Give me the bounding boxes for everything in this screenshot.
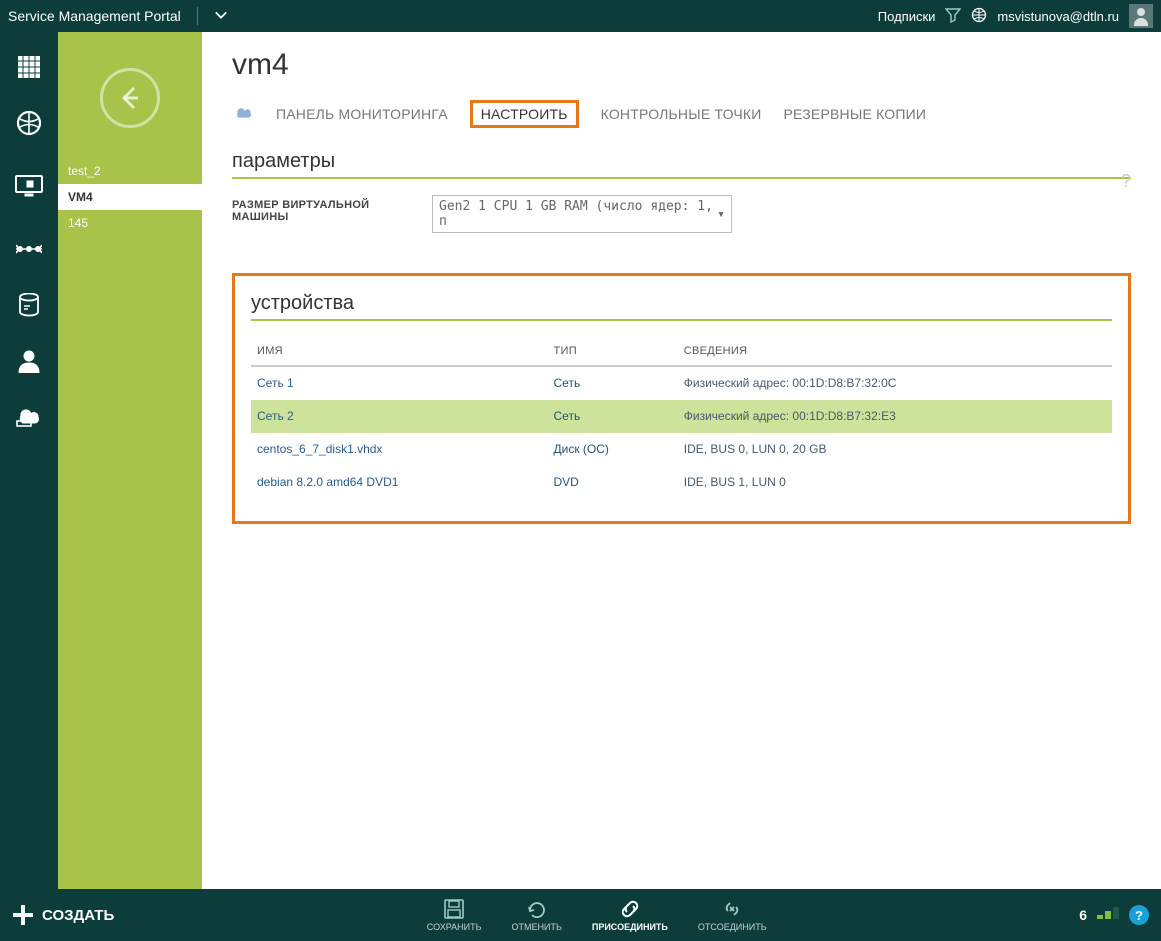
dropdown-caret-icon: ▾ [717, 207, 725, 222]
cell-name: Сеть 2 [251, 400, 548, 433]
cell-details: IDE, BUS 1, LUN 0 [678, 466, 1112, 499]
rail-all-icon[interactable] [14, 52, 44, 82]
vm-size-value: Gen2 1 CPU 1 GB RAM (число ядер: 1, п [439, 199, 717, 229]
detach-label: ОТСОЕДИНИТЬ [698, 922, 767, 932]
vm-size-label: РАЗМЕР ВИРТУАЛЬНОЙ МАШИНЫ [232, 195, 412, 223]
table-row[interactable]: Сеть 2 Сеть Физический адрес: 00:1D:D8:B… [251, 400, 1112, 433]
rail-cloud-stack-icon[interactable] [14, 402, 44, 432]
back-button[interactable] [100, 68, 160, 128]
devices-table: ИМЯ ТИП СВЕДЕНИЯ Сеть 1 Сеть Физический … [251, 337, 1112, 499]
top-header: Service Management Portal Подписки msvis… [0, 0, 1161, 32]
create-button[interactable]: СОЗДАТЬ [12, 904, 114, 926]
table-row[interactable]: centos_6_7_disk1.vhdx Диск (ОС) IDE, BUS… [251, 433, 1112, 466]
vm-list-sidebar: test_2 VM4 145 [58, 32, 202, 889]
sidebar-item-test2[interactable]: test_2 [58, 158, 202, 184]
attach-button[interactable]: ПРИСОЕДИНИТЬ [592, 898, 668, 932]
detach-button[interactable]: ОТСОЕДИНИТЬ [698, 898, 767, 932]
rail-globe-outline-icon[interactable] [14, 108, 44, 138]
table-row[interactable]: Сеть 1 Сеть Физический адрес: 00:1D:D8:B… [251, 366, 1112, 400]
portal-title: Service Management Portal [8, 8, 181, 24]
cell-type: Диск (ОС) [548, 433, 678, 466]
cell-type: DVD [548, 466, 678, 499]
avatar-icon[interactable] [1129, 4, 1153, 28]
cell-name: centos_6_7_disk1.vhdx [251, 433, 548, 466]
section-devices-title: устройства [251, 292, 1112, 315]
save-button[interactable]: СОХРАНИТЬ [427, 898, 482, 932]
tab-backups[interactable]: РЕЗЕРВНЫЕ КОПИИ [784, 106, 927, 122]
funnel-icon[interactable] [945, 7, 961, 26]
col-name[interactable]: ИМЯ [251, 337, 548, 366]
main-panel: vm4 ПАНЕЛЬ МОНИТОРИНГА НАСТРОИТЬ КОНТРОЛ… [202, 32, 1161, 889]
col-type[interactable]: ТИП [548, 337, 678, 366]
cell-name: debian 8.2.0 amd64 DVD1 [251, 466, 548, 499]
chevron-down-icon[interactable] [214, 8, 228, 25]
cancel-label: ОТМЕНИТЬ [511, 922, 561, 932]
table-row[interactable]: debian 8.2.0 amd64 DVD1 DVD IDE, BUS 1, … [251, 466, 1112, 499]
user-email[interactable]: msvistunova@dtln.ru [997, 9, 1119, 24]
cancel-button[interactable]: ОТМЕНИТЬ [511, 898, 561, 932]
help-button[interactable]: ? [1129, 905, 1149, 925]
create-label: СОЗДАТЬ [42, 907, 114, 924]
section-rule [232, 177, 1131, 179]
sidebar-item-145[interactable]: 145 [58, 210, 202, 236]
notification-count[interactable]: 6 [1079, 907, 1087, 923]
cell-type: Сеть [548, 400, 678, 433]
cell-details: IDE, BUS 0, LUN 0, 20 GB [678, 433, 1112, 466]
attach-label: ПРИСОЕДИНИТЬ [592, 922, 668, 932]
section-parameters-title: параметры [232, 150, 1131, 173]
signal-icon[interactable] [1097, 906, 1119, 925]
tab-dashboard[interactable]: ПАНЕЛЬ МОНИТОРИНГА [276, 106, 448, 122]
help-icon[interactable]: ? [1121, 171, 1131, 192]
nav-rail [0, 32, 58, 889]
globe-icon[interactable] [971, 7, 987, 26]
rail-vm-icon[interactable] [0, 164, 58, 208]
rail-user-icon[interactable] [14, 346, 44, 376]
page-title: vm4 [232, 48, 1131, 82]
devices-section: устройства ИМЯ ТИП СВЕДЕНИЯ С [232, 273, 1131, 524]
cell-details: Физический адрес: 00:1D:D8:B7:32:0C [678, 366, 1112, 400]
cell-type: Сеть [548, 366, 678, 400]
cloud-icon [232, 105, 254, 124]
sidebar-item-vm4[interactable]: VM4 [58, 184, 202, 210]
rail-database-icon[interactable] [14, 290, 44, 320]
col-details[interactable]: СВЕДЕНИЯ [678, 337, 1112, 366]
tabs: ПАНЕЛЬ МОНИТОРИНГА НАСТРОИТЬ КОНТРОЛЬНЫЕ… [232, 100, 1131, 128]
vm-size-select[interactable]: Gen2 1 CPU 1 GB RAM (число ядер: 1, п ▾ [432, 195, 732, 233]
cell-details: Физический адрес: 00:1D:D8:B7:32:E3 [678, 400, 1112, 433]
tab-configure[interactable]: НАСТРОИТЬ [470, 100, 579, 128]
separator [197, 7, 198, 25]
save-label: СОХРАНИТЬ [427, 922, 482, 932]
section-rule [251, 319, 1112, 321]
tab-checkpoints[interactable]: КОНТРОЛЬНЫЕ ТОЧКИ [601, 106, 762, 122]
rail-network-icon[interactable] [14, 234, 44, 264]
cell-name: Сеть 1 [251, 366, 548, 400]
subscriptions-link[interactable]: Подписки [878, 9, 936, 24]
command-bar: СОЗДАТЬ СОХРАНИТЬ ОТМЕНИТЬ ПРИСОЕДИНИТЬ … [0, 889, 1161, 941]
